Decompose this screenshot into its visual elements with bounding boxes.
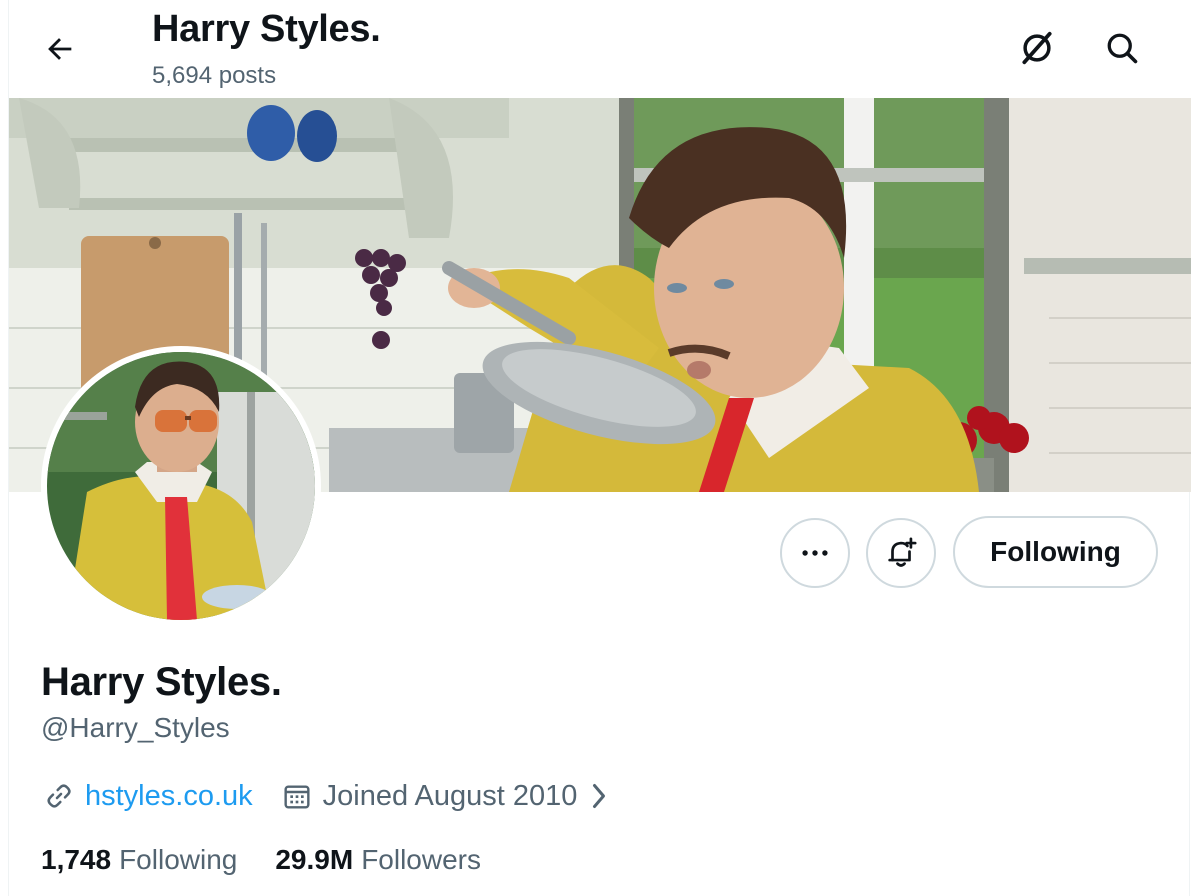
profile-stats: 1,748 Following 29.9M Followers — [41, 844, 481, 876]
grok-icon — [1022, 31, 1052, 65]
search-icon — [1107, 33, 1138, 64]
joined-date: Joined August 2010 — [322, 779, 578, 812]
link-icon — [41, 778, 77, 814]
calendar-icon — [279, 778, 315, 814]
profile-page: Harry Styles. 5,694 posts Following Harr… — [8, 0, 1191, 896]
avatar-photo — [47, 352, 315, 620]
search-button[interactable] — [1098, 24, 1146, 72]
more-horizontal-icon — [802, 550, 828, 556]
joined-item[interactable]: Joined August 2010 — [279, 778, 612, 814]
grok-button[interactable] — [1013, 24, 1061, 72]
back-button[interactable] — [37, 26, 83, 72]
more-button[interactable] — [780, 518, 850, 588]
user-handle: @Harry_Styles — [41, 712, 230, 743]
following-button[interactable]: Following — [953, 516, 1158, 588]
post-count: 5,694 posts — [152, 62, 277, 89]
display-name: Harry Styles. — [41, 660, 282, 704]
followers-stat[interactable]: 29.9M Followers — [275, 844, 481, 876]
notifications-button[interactable] — [866, 518, 936, 588]
followers-label: Followers — [361, 844, 481, 875]
following-stat[interactable]: 1,748 Following — [41, 844, 237, 876]
bell-plus-icon — [888, 537, 917, 567]
following-count: 1,748 — [41, 844, 112, 875]
avatar[interactable] — [41, 346, 321, 626]
chevron-right-icon — [587, 781, 611, 811]
followers-count: 29.9M — [275, 844, 354, 875]
website-item[interactable]: hstyles.co.uk — [41, 778, 253, 814]
website-link[interactable]: hstyles.co.uk — [85, 780, 253, 813]
profile-header: Harry Styles. 5,694 posts — [9, 0, 1191, 98]
following-label: Following — [119, 844, 238, 875]
header-title: Harry Styles. — [152, 8, 381, 50]
profile-meta: hstyles.co.uk Joined August 2010 — [41, 776, 611, 816]
arrow-left-icon — [48, 38, 72, 60]
